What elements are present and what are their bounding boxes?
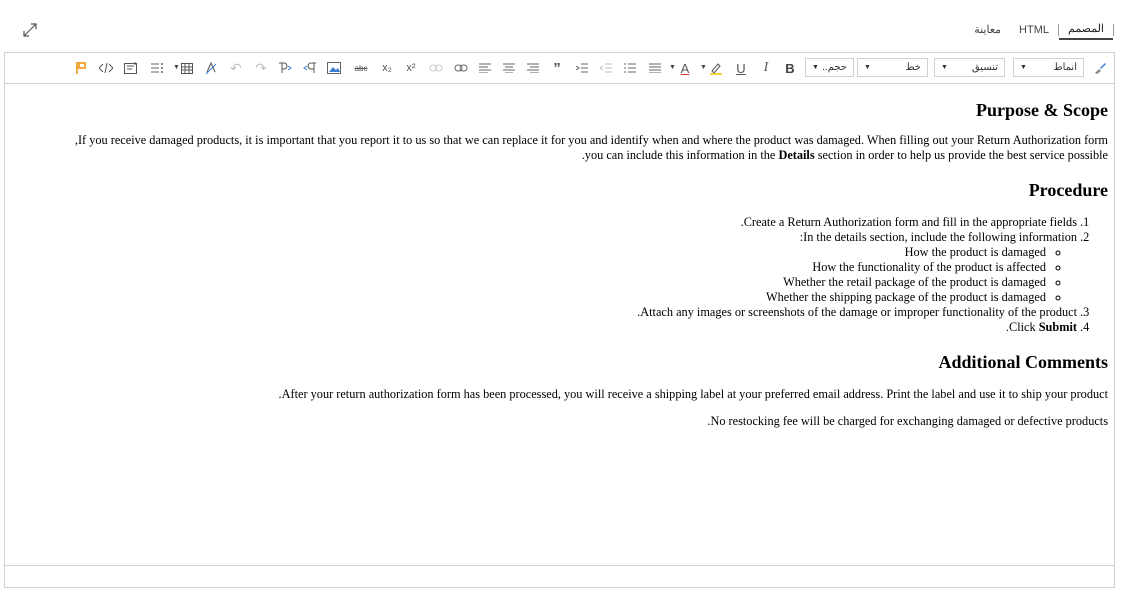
font-size-dropdown[interactable]: ▼حجم... (805, 58, 854, 77)
remove-link-icon[interactable] (428, 59, 444, 77)
bold-button[interactable]: B (782, 59, 798, 77)
format-painter-icon[interactable] (203, 59, 219, 77)
highlight-color-icon[interactable] (708, 59, 724, 77)
superscript-button[interactable]: x² (403, 59, 419, 77)
insert-image-icon[interactable] (326, 59, 342, 77)
bold-text-details: Details (778, 148, 815, 162)
procedure-steps-list: Create a Return Authorization form and f… (23, 215, 1108, 335)
blockquote-button[interactable]: ” (549, 59, 565, 77)
align-right-icon[interactable] (525, 59, 541, 77)
table-caret-icon[interactable]: ▼ (173, 64, 180, 71)
tab-preview[interactable]: معاينة (965, 22, 1010, 38)
list-item-step-1: Create a Return Authorization form and f… (23, 215, 1077, 230)
paragraph-shipping-label: After your return authorization form has… (278, 387, 1108, 401)
underline-button[interactable]: U (733, 59, 749, 77)
editor-content-area[interactable]: Purpose & Scope If you receive damaged p… (5, 84, 1114, 567)
insert-link-icon[interactable] (453, 59, 469, 77)
font-color-button[interactable]: A (677, 59, 693, 77)
align-center-icon[interactable] (501, 59, 517, 77)
list-item-sub-2: How the functionality of the product is … (23, 260, 1046, 275)
details-info-list: How the product is damaged How the funct… (23, 245, 1077, 305)
text-run: Click (1009, 320, 1039, 334)
rtl-direction-icon[interactable] (302, 59, 318, 77)
highlight-color-caret-icon[interactable]: ▼ (700, 64, 707, 71)
heading-purpose-scope: Purpose & Scope (976, 100, 1108, 120)
list-item-step-2: In the details section, include the foll… (23, 230, 1077, 305)
strikethrough-button[interactable]: abc (352, 59, 370, 77)
editor-toolbar: ▼أنماط ▼تنسيق ▼خط ▼حجم... B I U ▼ A ▼ (5, 53, 1114, 84)
editor-status-bar (5, 565, 1114, 587)
list-item-sub-1: How the product is damaged (23, 245, 1046, 260)
bulleted-list-icon[interactable] (149, 59, 165, 77)
tab-separator (1113, 24, 1114, 36)
undo-icon[interactable]: ↶ (228, 59, 244, 77)
text-run: In the details section, include the foll… (799, 230, 1077, 244)
view-mode-tabs: المصمم HTML معاينة (965, 20, 1114, 40)
decrease-indent-icon[interactable] (598, 59, 614, 77)
font-color-caret-icon[interactable]: ▼ (669, 64, 676, 71)
paragraph-purpose-line2: you can include this information in the … (23, 148, 1108, 163)
heading-additional-comments: Additional Comments (938, 352, 1108, 372)
align-justify-icon[interactable] (647, 59, 663, 77)
clear-formatting-brush-icon[interactable] (1091, 59, 1109, 77)
align-left-icon[interactable] (477, 59, 493, 77)
bold-text-submit: Submit (1038, 320, 1077, 334)
bookmark-flag-icon[interactable] (73, 59, 89, 77)
list-item-sub-4: Whether the shipping package of the prod… (23, 290, 1046, 305)
numbered-list-icon[interactable] (622, 59, 638, 77)
tab-html[interactable]: HTML (1010, 22, 1058, 38)
ltr-direction-icon[interactable] (277, 59, 293, 77)
editor-header: المصمم HTML معاينة (0, 0, 1122, 48)
insert-table-icon[interactable] (179, 59, 195, 77)
rich-text-editor: ▼أنماط ▼تنسيق ▼خط ▼حجم... B I U ▼ A ▼ (4, 52, 1115, 588)
increase-indent-icon[interactable] (574, 59, 590, 77)
list-item-step-4: Click Submit. (23, 320, 1077, 335)
source-code-icon[interactable] (98, 59, 114, 77)
styles-dropdown[interactable]: ▼ أنماط (1013, 58, 1084, 77)
heading-procedure: Procedure (1028, 180, 1108, 200)
redo-icon[interactable]: ↷ (253, 59, 269, 77)
text-run: you can include this information in the (584, 148, 779, 162)
subscript-button[interactable]: x₂ (379, 59, 395, 77)
paragraph-restocking-fee: No restocking fee will be charged for ex… (707, 414, 1108, 428)
paragraph-purpose-line1: If you receive damaged products, it is i… (74, 133, 1108, 147)
font-family-dropdown[interactable]: ▼ خط (857, 58, 928, 77)
tab-designer[interactable]: المصمم (1059, 21, 1113, 40)
insert-field-icon[interactable] (123, 59, 139, 77)
list-item-sub-3: Whether the retail package of the produc… (23, 275, 1046, 290)
fullscreen-expand-icon[interactable] (22, 22, 38, 38)
list-item-step-3: Attach any images or screenshots of the … (23, 305, 1077, 320)
paragraph-format-dropdown[interactable]: ▼ تنسيق (934, 58, 1005, 77)
italic-button[interactable]: I (758, 59, 774, 77)
